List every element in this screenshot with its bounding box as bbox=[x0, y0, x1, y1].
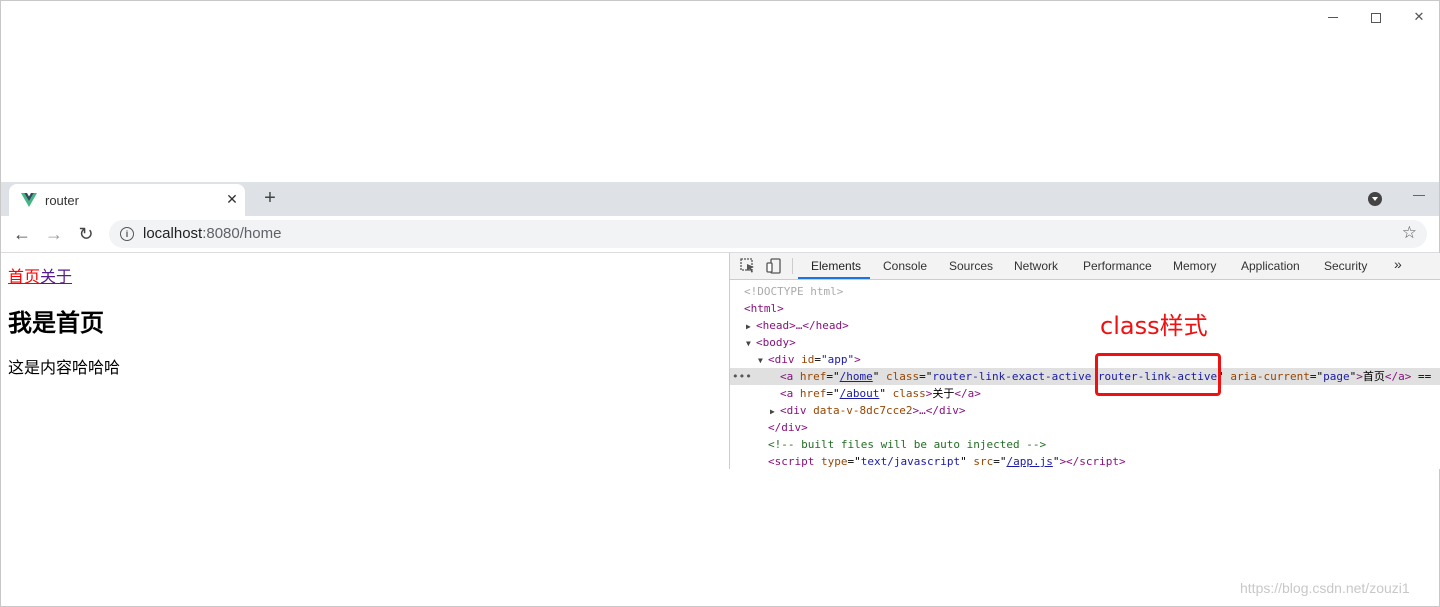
tab-title: router bbox=[45, 193, 79, 208]
dom-line-div-app[interactable]: ▼ <div id="app"> bbox=[730, 351, 1440, 368]
div-id-attr: id bbox=[801, 353, 815, 366]
collapsed-triangle-icon[interactable]: ▶ bbox=[746, 318, 756, 335]
maximize-icon bbox=[1371, 12, 1381, 23]
more-actions-ellipsis-icon[interactable]: ••• bbox=[732, 368, 752, 385]
aria-current-value: page bbox=[1323, 370, 1350, 383]
tab-network[interactable]: Network bbox=[1014, 259, 1058, 273]
a-about-text: 关于 bbox=[932, 387, 955, 400]
dom-line-script[interactable]: <script type="text/javascript" src="/app… bbox=[730, 453, 1440, 470]
tab-console[interactable]: Console bbox=[883, 259, 927, 273]
html-comment: <!-- built files will be auto injected -… bbox=[768, 438, 1047, 451]
browser-toolbar: ← → ↻ i localhost:8080/home ☆ bbox=[1, 216, 1439, 253]
tab-search-icon[interactable] bbox=[1368, 192, 1382, 206]
devtools-separator bbox=[792, 258, 793, 274]
dom-line-div-datav[interactable]: ▶ <div data-v-8dc7cce2>…</div> bbox=[730, 402, 1440, 419]
forward-arrow-icon[interactable]: → bbox=[41, 221, 67, 247]
href-about-link[interactable]: /about bbox=[840, 387, 880, 400]
inspect-element-icon[interactable] bbox=[740, 258, 756, 274]
collapsed-triangle-icon[interactable]: ▶ bbox=[770, 403, 780, 420]
tab-strip: router ✕ + bbox=[1, 182, 1439, 216]
address-bar[interactable]: i localhost:8080/home ☆ bbox=[109, 220, 1427, 248]
tab-application[interactable]: Application bbox=[1241, 259, 1300, 273]
dom-tree: <!DOCTYPE html> <html> ▶ <head>…</head> ▼… bbox=[730, 281, 1440, 470]
page-heading: 我是首页 bbox=[8, 309, 104, 337]
div-open-tag: <div bbox=[768, 353, 802, 366]
new-tab-button[interactable]: + bbox=[259, 187, 281, 209]
browser-tab[interactable]: router ✕ bbox=[9, 184, 245, 216]
dom-line-body[interactable]: ▼ <body> bbox=[730, 334, 1440, 351]
dom-line-a-about[interactable]: <a href="/about" class>关于</a> bbox=[730, 385, 1440, 402]
more-tabs-chevron-icon[interactable]: » bbox=[1394, 256, 1402, 272]
dom-line-comment[interactable]: <!-- built files will be auto injected -… bbox=[730, 436, 1440, 453]
doctype-text: <!DOCTYPE html> bbox=[744, 285, 844, 298]
script-src-link[interactable]: /app.js bbox=[1006, 455, 1052, 468]
url-text[interactable]: localhost:8080/home bbox=[143, 225, 281, 242]
devtools-tabbar: Elements Console Sources Network Perform… bbox=[730, 253, 1440, 280]
back-arrow-icon[interactable]: ← bbox=[9, 221, 35, 247]
dom-line-div-close[interactable]: </div> bbox=[730, 419, 1440, 436]
dom-line-doctype[interactable]: <!DOCTYPE html> bbox=[730, 283, 1440, 300]
body-tag: <body> bbox=[756, 336, 796, 349]
annotation-highlight-box bbox=[1095, 353, 1221, 396]
tab-security[interactable]: Security bbox=[1324, 259, 1367, 273]
vue-logo-icon bbox=[21, 193, 37, 207]
bookmark-star-icon[interactable]: ☆ bbox=[1402, 223, 1417, 243]
dom-line-html[interactable]: <html> bbox=[730, 300, 1440, 317]
dom-line-a-home-selected[interactable]: ••• <a href="/home" class="router-link-e… bbox=[730, 368, 1440, 385]
watermark: https://blog.csdn.net/zouzi1 bbox=[1240, 580, 1410, 596]
expanded-triangle-icon[interactable]: ▼ bbox=[758, 352, 768, 369]
close-icon: ✕ bbox=[1413, 9, 1425, 24]
dom-line-head[interactable]: ▶ <head>…</head> bbox=[730, 317, 1440, 334]
expanded-triangle-icon[interactable]: ▼ bbox=[746, 335, 756, 352]
reload-icon[interactable]: ↻ bbox=[73, 221, 99, 247]
tab-close-icon[interactable]: ✕ bbox=[223, 190, 241, 208]
device-toggle-icon[interactable] bbox=[766, 258, 782, 274]
maximize-button[interactable] bbox=[1366, 8, 1386, 26]
head-tag: <head>…</head> bbox=[756, 319, 849, 332]
tab-elements[interactable]: Elements bbox=[811, 259, 861, 273]
tab-strip-dash-icon bbox=[1413, 195, 1425, 196]
annotation-label: class样式 bbox=[1100, 312, 1208, 340]
tab-sources[interactable]: Sources bbox=[949, 259, 993, 273]
close-window-button[interactable]: ✕ bbox=[1409, 8, 1429, 26]
minimize-icon bbox=[1328, 17, 1338, 19]
div-data-attr: data-v-8dc7cce2 bbox=[813, 404, 913, 417]
href-home-link[interactable]: /home bbox=[840, 370, 873, 383]
url-host: localhost bbox=[143, 225, 203, 242]
page-text: 这是内容哈哈哈 bbox=[8, 358, 121, 377]
a-home-text: 首页 bbox=[1362, 370, 1385, 383]
page-viewport: 首页关于 我是首页 这是内容哈哈哈 bbox=[1, 253, 729, 605]
info-icon[interactable]: i bbox=[120, 227, 134, 241]
router-nav: 首页关于 bbox=[8, 263, 72, 287]
html-tag: <html> bbox=[744, 302, 784, 315]
div-id-value: "app" bbox=[821, 353, 855, 366]
script-type-value: text/javascript bbox=[860, 455, 961, 468]
minimize-button[interactable] bbox=[1323, 8, 1343, 26]
active-tab-indicator bbox=[798, 277, 870, 279]
url-path: :8080/home bbox=[202, 225, 282, 242]
nav-link-home[interactable]: 首页 bbox=[8, 267, 40, 286]
tab-performance[interactable]: Performance bbox=[1083, 259, 1152, 273]
nav-link-about[interactable]: 关于 bbox=[40, 267, 72, 286]
tab-memory[interactable]: Memory bbox=[1173, 259, 1216, 273]
div-close-tag: </div> bbox=[768, 421, 808, 434]
devtools-panel: Elements Console Sources Network Perform… bbox=[729, 253, 1440, 469]
